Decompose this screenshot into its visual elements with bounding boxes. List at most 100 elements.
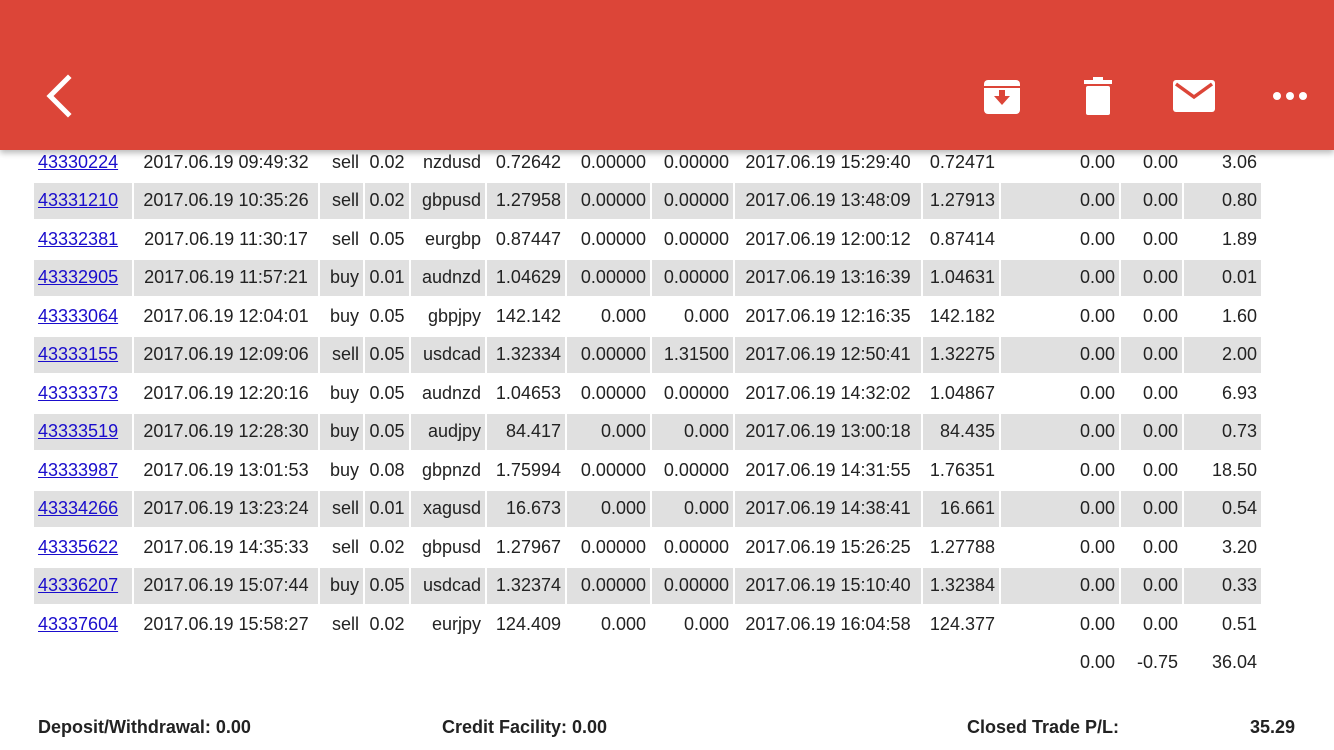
ticket-link[interactable]: 43335622 xyxy=(38,537,118,557)
ticket-link[interactable]: 43333155 xyxy=(38,344,118,364)
swap-cell: 0.00 xyxy=(1142,459,1178,480)
sl-cell: 0.000 xyxy=(600,305,646,326)
ticket-link[interactable]: 43333987 xyxy=(38,460,118,480)
ticket-link[interactable]: 43333519 xyxy=(38,421,118,441)
total-commission: 0.00 xyxy=(1079,652,1115,673)
table-row: 43335622 2017.06.19 14:35:33 sell 0.02 gbpus… xyxy=(34,529,1261,566)
closed-trade-pl-value: 35.29 xyxy=(1249,717,1295,737)
closed-trades-table: 43330224 2017.06.19 09:49:32 sell 0.02 nzdus… xyxy=(32,142,1263,683)
tp-cell: 1.31500 xyxy=(652,336,733,373)
ticket-cell: 43333155 xyxy=(34,336,132,373)
open-price-cell: 1.04629 xyxy=(487,259,565,296)
open-time-cell: 2017.06.19 12:28:30 xyxy=(134,413,318,450)
swap-cell: 0.00 xyxy=(1142,228,1178,249)
close-price-cell: 1.32275 xyxy=(923,336,999,373)
ticket-cell: 43331210 xyxy=(34,182,132,219)
total-profit: 36.04 xyxy=(1211,652,1257,673)
back-button[interactable] xyxy=(32,70,84,122)
item-cell: gbpusd xyxy=(421,536,481,557)
ticket-link[interactable]: 43336207 xyxy=(38,575,118,595)
ticket-link[interactable]: 43332905 xyxy=(38,267,118,287)
ticket-cell: 43335622 xyxy=(34,529,132,566)
type-cell: sell xyxy=(331,536,359,557)
swap-cell: 0.00 xyxy=(1142,305,1178,326)
tp-cell: 0.000 xyxy=(652,413,733,450)
mail-button[interactable] xyxy=(1168,70,1220,122)
size-cell: 0.05 xyxy=(369,382,405,403)
empty-cell xyxy=(567,645,650,682)
commission-cell: 0.00 xyxy=(1079,613,1115,634)
sl-cell: 0.000 xyxy=(600,613,646,634)
open-time-cell: 2017.06.19 12:04:01 xyxy=(143,305,309,326)
close-price-cell: 1.04867 xyxy=(929,382,995,403)
swap-cell: 0.00 xyxy=(1121,259,1182,296)
open-price-cell: 1.32374 xyxy=(487,567,565,604)
table-row: 43333519 2017.06.19 12:28:30 buy 0.05 audjpy… xyxy=(34,413,1261,450)
ticket-link[interactable]: 43332381 xyxy=(38,229,118,249)
profit-cell: 6.93 xyxy=(1221,382,1257,403)
ticket-link[interactable]: 43333373 xyxy=(38,383,118,403)
type-cell: sell xyxy=(331,613,359,634)
more-button[interactable] xyxy=(1264,70,1316,122)
deposit-withdrawal-text: Deposit/Withdrawal: 0.00 xyxy=(38,717,251,737)
type-cell: sell xyxy=(320,490,363,527)
tp-cell: 0.000 xyxy=(683,305,729,326)
swap-cell: 0.00 xyxy=(1121,182,1182,219)
size-cell: 0.01 xyxy=(365,490,409,527)
commission-cell: 0.00 xyxy=(1001,413,1119,450)
open-time-cell: 2017.06.19 15:07:44 xyxy=(134,567,318,604)
ticket-link[interactable]: 43337604 xyxy=(38,614,118,634)
profit-cell: 0.33 xyxy=(1184,567,1261,604)
archive-button[interactable] xyxy=(976,70,1028,122)
table-row: 43336207 2017.06.19 15:07:44 buy 0.05 usdcad… xyxy=(34,567,1261,604)
app-bar xyxy=(0,0,1334,150)
trash-icon xyxy=(1084,77,1112,115)
tp-cell: 0.00000 xyxy=(663,536,729,557)
close-time-cell: 2017.06.19 16:04:58 xyxy=(745,613,911,634)
open-time-cell: 2017.06.19 14:35:33 xyxy=(143,536,309,557)
closed-trade-pl-label: Closed Trade P/L: xyxy=(967,717,1120,737)
size-cell: 0.05 xyxy=(365,567,409,604)
sl-cell: 0.00000 xyxy=(567,182,650,219)
sl-cell: 0.00000 xyxy=(580,536,646,557)
delete-button[interactable] xyxy=(1072,70,1124,122)
ticket-link[interactable]: 43333064 xyxy=(38,306,118,326)
empty-cell xyxy=(320,645,363,682)
swap-cell: 0.00 xyxy=(1121,336,1182,373)
size-cell: 0.05 xyxy=(369,305,405,326)
close-price-cell: 0.87414 xyxy=(929,228,995,249)
open-price-cell: 1.75994 xyxy=(495,459,561,480)
close-price-cell: 1.04631 xyxy=(923,259,999,296)
ticket-link[interactable]: 43331210 xyxy=(38,190,118,210)
table-row: 43332381 2017.06.19 11:30:17 sell 0.05 eurgb… xyxy=(34,221,1261,258)
ticket-cell: 43332905 xyxy=(34,259,132,296)
totals-row: 0.00 -0.75 36.04 xyxy=(34,645,1261,682)
item-cell: usdcad xyxy=(411,336,485,373)
type-cell: sell xyxy=(331,228,359,249)
sl-cell: 0.00000 xyxy=(567,259,650,296)
type-cell: buy xyxy=(320,413,363,450)
sl-cell: 0.00000 xyxy=(580,459,646,480)
close-time-cell: 2017.06.19 13:16:39 xyxy=(735,259,921,296)
ticket-cell: 43333987 xyxy=(34,452,132,489)
tp-cell: 0.00000 xyxy=(663,459,729,480)
profit-cell: 0.73 xyxy=(1184,413,1261,450)
close-price-cell: 1.27913 xyxy=(923,182,999,219)
empty-cell xyxy=(134,645,318,682)
table-row: 43332905 2017.06.19 11:57:21 buy 0.01 audnzd… xyxy=(34,259,1261,296)
ticket-link[interactable]: 43330224 xyxy=(38,152,118,172)
empty-cell xyxy=(34,645,132,682)
empty-cell xyxy=(923,645,999,682)
profit-cell: 0.01 xyxy=(1184,259,1261,296)
close-price-cell: 142.182 xyxy=(929,305,995,326)
commission-cell: 0.00 xyxy=(1001,182,1119,219)
item-cell: audjpy xyxy=(411,413,485,450)
credit-facility-text: Credit Facility: 0.00 xyxy=(442,717,608,737)
archive-icon xyxy=(984,80,1020,114)
open-time-cell: 2017.06.19 15:58:27 xyxy=(143,613,309,634)
profit-cell: 2.00 xyxy=(1184,336,1261,373)
open-price-cell: 1.27958 xyxy=(487,182,565,219)
empty-cell xyxy=(365,645,409,682)
commission-cell: 0.00 xyxy=(1079,382,1115,403)
ticket-link[interactable]: 43334266 xyxy=(38,498,118,518)
